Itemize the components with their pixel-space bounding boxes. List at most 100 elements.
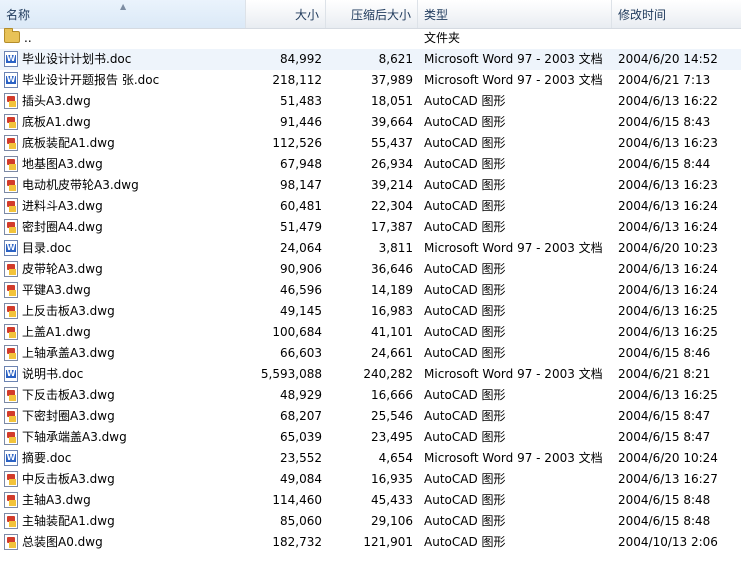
file-type: AutoCAD 图形: [424, 304, 506, 318]
file-name-cell[interactable]: 进料斗A3.dwg: [4, 196, 244, 217]
file-list-item[interactable]: 底板装配A1.dwg 112,526 55,437 AutoCAD 图形 2004/6/…: [0, 133, 741, 154]
file-list-item[interactable]: 下轴承端盖A3.dwg 65,039 23,495 AutoCAD 图形 2004/6/…: [0, 427, 741, 448]
file-list-item[interactable]: 摘要.doc 23,552 4,654 Microsoft Word 97 - 200…: [0, 448, 741, 469]
file-compressed-size: 45,433: [371, 493, 413, 507]
file-list-item[interactable]: 主轴装配A1.dwg 85,060 29,106 AutoCAD 图形 2004/6/1…: [0, 511, 741, 532]
file-name-cell[interactable]: 底板装配A1.dwg: [4, 133, 244, 154]
file-modified-time: 2004/6/15 8:46: [618, 346, 711, 360]
file-list-item[interactable]: 毕业设计计划书.doc 84,992 8,621 Microsoft Word 97 …: [0, 49, 741, 70]
file-name-cell[interactable]: 上反击板A3.dwg: [4, 301, 244, 322]
file-name-cell[interactable]: 插头A3.dwg: [4, 91, 244, 112]
file-size: 68,207: [280, 409, 322, 423]
file-list-item[interactable]: 进料斗A3.dwg 60,481 22,304 AutoCAD 图形 2004/6/13…: [0, 196, 741, 217]
file-name-cell[interactable]: 皮带轮A3.dwg: [4, 259, 244, 280]
column-header-type[interactable]: 类型: [418, 0, 612, 28]
column-header-bar: 名称 ▲ 大小 压缩后大小 类型 修改时间: [0, 0, 741, 29]
file-name: 平键A3.dwg: [22, 283, 91, 297]
file-name: 上轴承盖A3.dwg: [22, 346, 115, 360]
file-compressed-size: 29,106: [371, 514, 413, 528]
file-list-item[interactable]: 毕业设计开题报告 张.doc 218,112 37,989 Microsoft Wor…: [0, 70, 741, 91]
autocad-dwg-icon: [4, 281, 18, 298]
column-header-compressed-size[interactable]: 压缩后大小: [326, 0, 418, 28]
file-name-cell[interactable]: 说明书.doc: [4, 364, 244, 385]
file-name-cell[interactable]: 平键A3.dwg: [4, 280, 244, 301]
file-name-cell[interactable]: ..: [4, 28, 244, 49]
file-size: 84,992: [280, 52, 322, 66]
column-header-size[interactable]: 大小: [246, 0, 326, 28]
file-name: 说明书.doc: [22, 367, 84, 381]
file-name-cell[interactable]: 摘要.doc: [4, 448, 244, 469]
file-list-item[interactable]: 中反击板A3.dwg 49,084 16,935 AutoCAD 图形 2004/6/1…: [0, 469, 741, 490]
file-name-cell[interactable]: 总装图A0.dwg: [4, 532, 244, 553]
file-size: 66,603: [280, 346, 322, 360]
file-modified-time: 2004/6/13 16:23: [618, 178, 718, 192]
column-header-name[interactable]: 名称 ▲: [0, 0, 246, 28]
file-modified-time: 2004/6/13 16:22: [618, 94, 718, 108]
file-modified-time: 2004/6/15 8:48: [618, 514, 711, 528]
file-name-cell[interactable]: 中反击板A3.dwg: [4, 469, 244, 490]
file-compressed-size: 26,934: [371, 157, 413, 171]
file-list-item[interactable]: 说明书.doc 5,593,088 240,282 Microsoft Word 97…: [0, 364, 741, 385]
file-size: 98,147: [280, 178, 322, 192]
file-list-item[interactable]: 目录.doc 24,064 3,811 Microsoft Word 97 - 200…: [0, 238, 741, 259]
word-doc-icon: [4, 239, 18, 256]
file-list-item[interactable]: 上轴承盖A3.dwg 66,603 24,661 AutoCAD 图形 2004/6/1…: [0, 343, 741, 364]
file-list-item[interactable]: 下反击板A3.dwg 48,929 16,666 AutoCAD 图形 2004/6/1…: [0, 385, 741, 406]
file-compressed-size: 25,546: [371, 409, 413, 423]
file-modified-time: 2004/6/13 16:24: [618, 283, 718, 297]
file-compressed-size: 121,901: [363, 535, 413, 549]
file-name: ..: [24, 31, 32, 45]
file-compressed-size: 22,304: [371, 199, 413, 213]
file-list-item[interactable]: 平键A3.dwg 46,596 14,189 AutoCAD 图形 2004/6/13 …: [0, 280, 741, 301]
file-name-cell[interactable]: 上盖A1.dwg: [4, 322, 244, 343]
file-name-cell[interactable]: 下反击板A3.dwg: [4, 385, 244, 406]
file-name-cell[interactable]: 下轴承端盖A3.dwg: [4, 427, 244, 448]
column-header-type-label: 类型: [424, 8, 449, 22]
file-list-item[interactable]: .. 文件夹: [0, 28, 741, 49]
file-size: 114,460: [272, 493, 322, 507]
file-modified-time: 2004/6/13 16:25: [618, 388, 718, 402]
file-list-item[interactable]: 插头A3.dwg 51,483 18,051 AutoCAD 图形 2004/6/13 …: [0, 91, 741, 112]
file-modified-time: 2004/6/15 8:43: [618, 115, 711, 129]
file-list-item[interactable]: 密封圈A4.dwg 51,479 17,387 AutoCAD 图形 2004/6/13…: [0, 217, 741, 238]
file-name-cell[interactable]: 电动机皮带轮A3.dwg: [4, 175, 244, 196]
file-size: 60,481: [280, 199, 322, 213]
file-modified-time: [618, 28, 741, 49]
file-size: 46,596: [280, 283, 322, 297]
file-compressed-size: 23,495: [371, 430, 413, 444]
file-name-cell[interactable]: 目录.doc: [4, 238, 244, 259]
file-list-item[interactable]: 上盖A1.dwg 100,684 41,101 AutoCAD 图形 2004/6/13…: [0, 322, 741, 343]
file-name-cell[interactable]: 主轴A3.dwg: [4, 490, 244, 511]
file-name-cell[interactable]: 毕业设计计划书.doc: [4, 49, 244, 70]
column-header-compressed-size-label: 压缩后大小: [350, 8, 411, 22]
file-name-cell[interactable]: 下密封圈A3.dwg: [4, 406, 244, 427]
file-type: AutoCAD 图形: [424, 535, 506, 549]
file-list-item[interactable]: 皮带轮A3.dwg 90,906 36,646 AutoCAD 图形 2004/6/13…: [0, 259, 741, 280]
file-type: AutoCAD 图形: [424, 157, 506, 171]
file-compressed-size: 4,654: [378, 451, 413, 465]
file-list-item[interactable]: 总装图A0.dwg 182,732 121,901 AutoCAD 图形 2004/10…: [0, 532, 741, 553]
file-name-cell[interactable]: 密封圈A4.dwg: [4, 217, 244, 238]
column-header-size-label: 大小: [294, 8, 319, 22]
file-size: 51,479: [280, 220, 322, 234]
file-list-item[interactable]: 地基图A3.dwg 67,948 26,934 AutoCAD 图形 2004/6/15…: [0, 154, 741, 175]
file-modified-time: 2004/6/13 16:24: [618, 199, 718, 213]
file-type: AutoCAD 图形: [424, 262, 506, 276]
file-compressed-size: 55,437: [371, 136, 413, 150]
file-name-cell[interactable]: 地基图A3.dwg: [4, 154, 244, 175]
word-doc-icon: [4, 365, 18, 382]
autocad-dwg-icon: [4, 512, 18, 529]
file-list-item[interactable]: 主轴A3.dwg 114,460 45,433 AutoCAD 图形 2004/6/15…: [0, 490, 741, 511]
file-list-item[interactable]: 电动机皮带轮A3.dwg 98,147 39,214 AutoCAD 图形 2004/6…: [0, 175, 741, 196]
file-list-item[interactable]: 上反击板A3.dwg 49,145 16,983 AutoCAD 图形 2004/6/1…: [0, 301, 741, 322]
file-size: 5,593,088: [260, 367, 322, 381]
file-name-cell[interactable]: 上轴承盖A3.dwg: [4, 343, 244, 364]
file-type: Microsoft Word 97 - 2003 文档: [424, 241, 603, 255]
file-name-cell[interactable]: 底板A1.dwg: [4, 112, 244, 133]
file-size: 67,948: [280, 157, 322, 171]
file-list-item[interactable]: 下密封圈A3.dwg 68,207 25,546 AutoCAD 图形 2004/6/1…: [0, 406, 741, 427]
file-name-cell[interactable]: 毕业设计开题报告 张.doc: [4, 70, 244, 91]
file-name-cell[interactable]: 主轴装配A1.dwg: [4, 511, 244, 532]
file-list-item[interactable]: 底板A1.dwg 91,446 39,664 AutoCAD 图形 2004/6/15 …: [0, 112, 741, 133]
column-header-modified[interactable]: 修改时间: [612, 0, 741, 28]
